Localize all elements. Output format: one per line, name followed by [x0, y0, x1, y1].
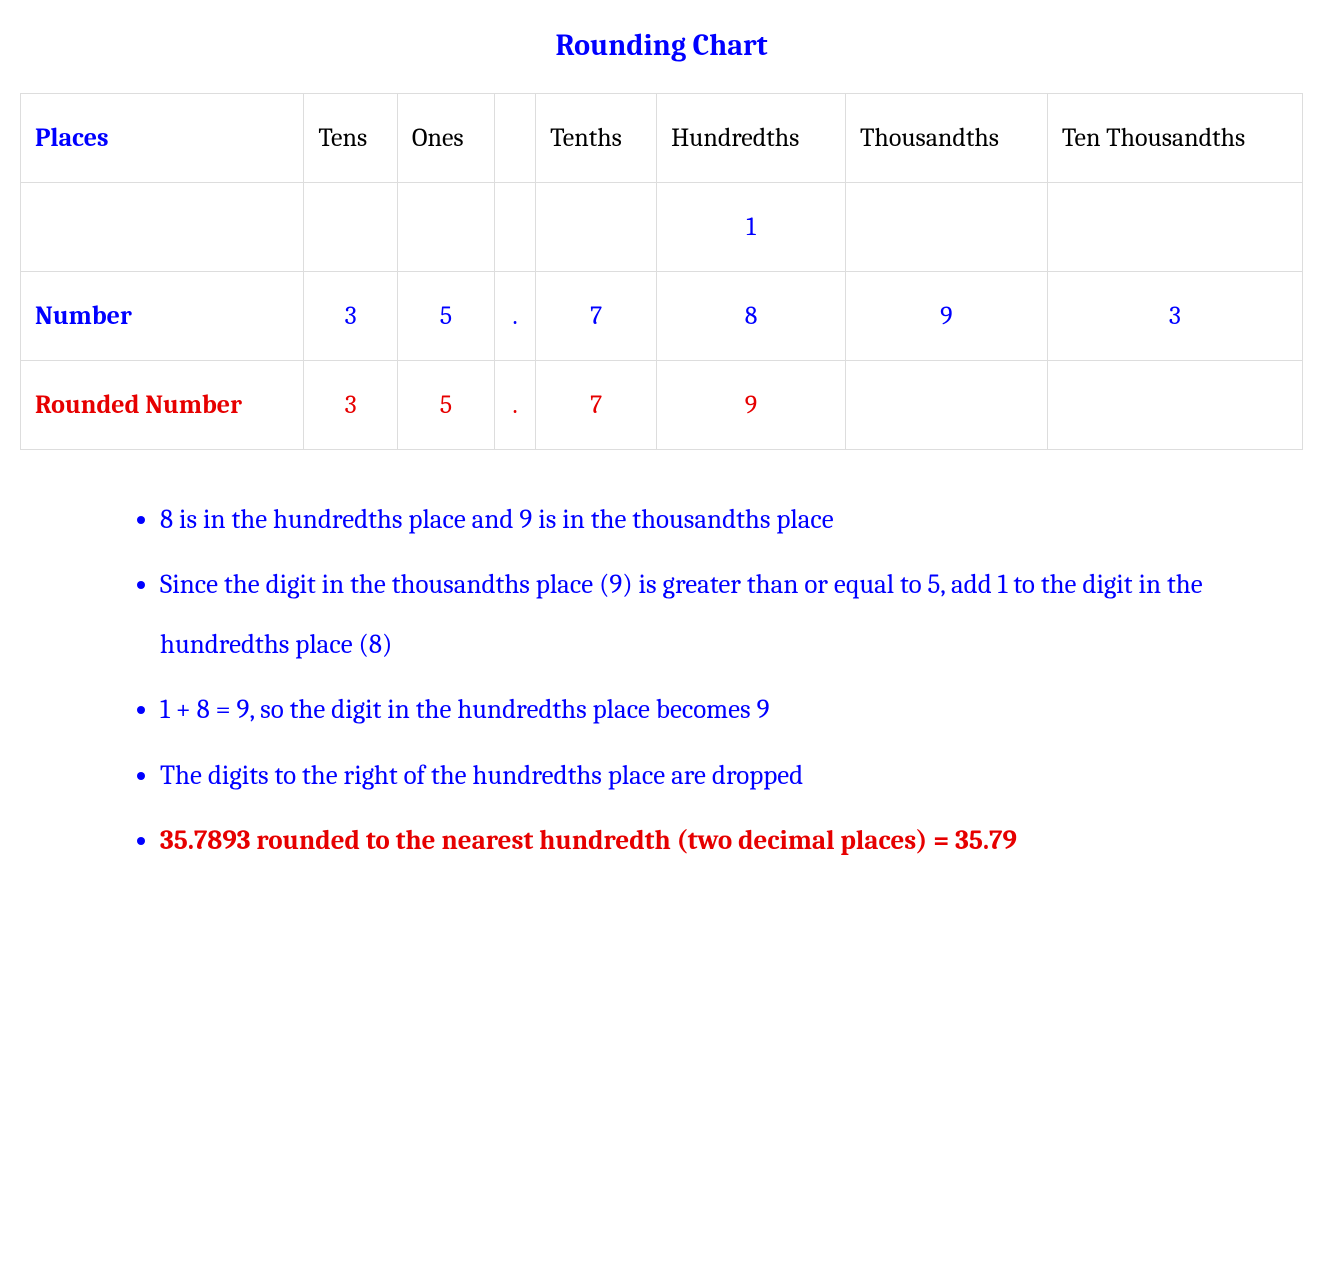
header-ten-thousandths: Ten Thousandths: [1047, 94, 1302, 183]
number-hundredths: 8: [657, 272, 846, 361]
rounded-row: Rounded Number 3 5 . 7 9: [21, 361, 1303, 450]
header-tens: Tens: [304, 94, 397, 183]
carry-thousandths: [845, 183, 1047, 272]
rounded-ten-thousandths: [1047, 361, 1302, 450]
rounded-tenths: 7: [536, 361, 657, 450]
number-ten-thousandths: 3: [1047, 272, 1302, 361]
places-row: Places Tens Ones Tenths Hundredths Thous…: [21, 94, 1303, 183]
header-tenths: Tenths: [536, 94, 657, 183]
carry-label: [21, 183, 304, 272]
number-row: Number 3 5 . 7 8 9 3: [21, 272, 1303, 361]
rounded-hundredths: 9: [657, 361, 846, 450]
number-ones: 5: [397, 272, 494, 361]
places-label: Places: [21, 94, 304, 183]
header-decimal: [494, 94, 535, 183]
carry-decimal: [494, 183, 535, 272]
number-tenths: 7: [536, 272, 657, 361]
header-ones: Ones: [397, 94, 494, 183]
rounded-thousandths: [845, 361, 1047, 450]
page-title: Rounding Chart: [20, 28, 1303, 63]
rounded-label: Rounded Number: [21, 361, 304, 450]
number-decimal: .: [494, 272, 535, 361]
carry-tenths: [536, 183, 657, 272]
rounded-decimal: .: [494, 361, 535, 450]
carry-hundredths: 1: [657, 183, 846, 272]
number-label: Number: [21, 272, 304, 361]
rounded-tens: 3: [304, 361, 397, 450]
rounded-ones: 5: [397, 361, 494, 450]
number-tens: 3: [304, 272, 397, 361]
bullet-item: Since the digit in the thousandths place…: [160, 555, 1223, 674]
carry-ten-thousandths: [1047, 183, 1302, 272]
header-hundredths: Hundredths: [657, 94, 846, 183]
carry-row: 1: [21, 183, 1303, 272]
bullet-item: The digits to the right of the hundredth…: [160, 746, 1223, 805]
rounding-table: Places Tens Ones Tenths Hundredths Thous…: [20, 93, 1303, 450]
number-thousandths: 9: [845, 272, 1047, 361]
explanation-list: 8 is in the hundredths place and 9 is in…: [20, 490, 1303, 870]
header-thousandths: Thousandths: [845, 94, 1047, 183]
bullet-item-final: 35.7893 rounded to the nearest hundredth…: [160, 811, 1223, 870]
carry-tens: [304, 183, 397, 272]
bullet-item: 8 is in the hundredths place and 9 is in…: [160, 490, 1223, 549]
carry-ones: [397, 183, 494, 272]
bullet-item: 1 + 8 = 9, so the digit in the hundredth…: [160, 680, 1223, 739]
